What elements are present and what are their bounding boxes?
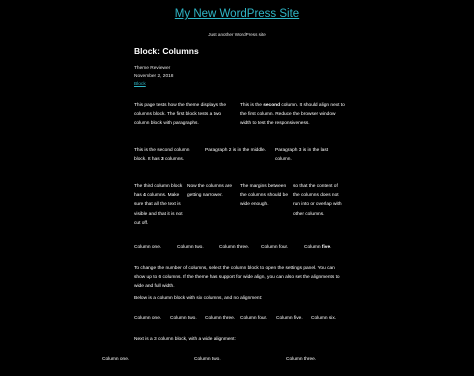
three-col-column-1: This is the second column block. It has … — [134, 148, 190, 163]
six-col-column-5: Column five. — [276, 316, 303, 321]
three-col-column-2: Paragraph 2 is in the middle. — [205, 148, 267, 153]
two-col-column-1: This page tests how the theme displays t… — [134, 103, 226, 127]
six-col-column-2: Column two. — [170, 316, 197, 321]
five-col-column-2: Column two. — [177, 245, 204, 250]
wide-col-column-1: Column one. — [102, 357, 130, 362]
six-col-column-4: Column four. — [240, 316, 268, 321]
post-date: November 2, 2018 — [134, 74, 174, 79]
post-category-link[interactable]: Block — [134, 82, 146, 87]
six-col-column-3: Column three. — [205, 316, 236, 321]
four-col-column-1: The third column block has 4 columns. Ma… — [134, 184, 183, 226]
site-tagline: Just another WordPress site — [208, 32, 266, 37]
two-col-column-2: This is the second column. It should ali… — [240, 103, 345, 127]
five-col-column-3: Column three. — [219, 245, 250, 250]
four-col-column-4: so that the content of the columns does … — [293, 184, 342, 217]
six-col-column-6: Column six. — [311, 316, 337, 321]
five-col-column-5: Column five. — [304, 245, 332, 250]
five-col-column-1: Column one. — [134, 245, 162, 250]
wide-col-column-2: Column two. — [194, 357, 221, 362]
paragraph-six-columns-intro: Below is a column block with six columns… — [134, 296, 263, 301]
site-title-link[interactable]: My New WordPress Site — [0, 8, 474, 20]
six-col-column-1: Column one. — [134, 316, 162, 321]
paragraph-wide-intro: Next is a 3 column block, with a wide al… — [134, 337, 236, 342]
five-col-column-4: Column four. — [261, 245, 289, 250]
paragraph-column-settings: To change the number of columns, select … — [134, 266, 340, 290]
post-title: Block: Columns — [134, 46, 199, 56]
four-col-column-3: The margins between the columns should b… — [240, 184, 288, 208]
four-col-column-2: Now the columns are getting narrower. — [187, 184, 233, 199]
post-author: Theme Reviewer — [134, 66, 171, 71]
wide-col-column-3: Column three. — [286, 357, 317, 362]
three-col-column-3: Paragraph 3 is in the last column. — [275, 148, 329, 163]
